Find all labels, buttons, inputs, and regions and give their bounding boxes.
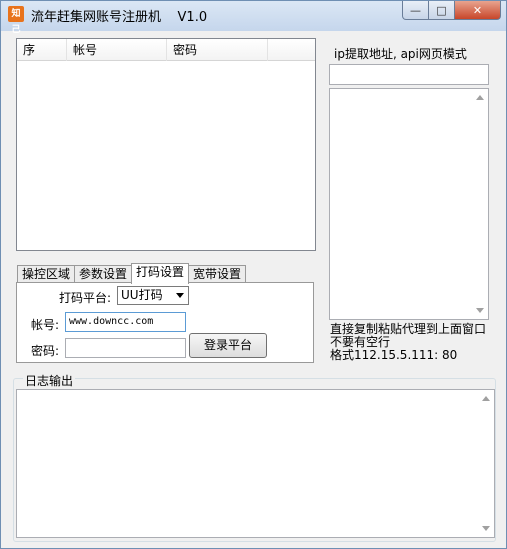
scroll-up-icon[interactable]: [476, 95, 484, 100]
chevron-down-icon: [176, 293, 184, 298]
log-scrollbar[interactable]: [478, 390, 494, 537]
maximize-icon: □: [436, 3, 447, 17]
login-platform-button[interactable]: 登录平台: [189, 333, 267, 358]
account-label: 帐号:: [31, 318, 60, 332]
log-title: 日志输出: [23, 372, 76, 389]
column-header-account[interactable]: 帐号: [67, 39, 167, 61]
close-button[interactable]: ✕: [455, 1, 501, 20]
app-icon: 知己: [8, 6, 24, 35]
platform-select-value: UU打码: [121, 288, 163, 302]
title-bar[interactable]: 知己 流年赶集网账号注册机 V1.0 — □ ✕: [1, 1, 506, 35]
minimize-button[interactable]: —: [402, 1, 429, 20]
account-list-header: 序 帐号 密码: [17, 39, 315, 61]
proxy-hint-line-3: 格式112.15.5.111: 80: [330, 348, 458, 362]
proxy-list-scrollbar[interactable]: [472, 89, 488, 319]
tab-strip: 操控区域 参数设置 打码设置 宽带设置: [17, 263, 247, 284]
maximize-button[interactable]: □: [429, 1, 455, 20]
column-header-password[interactable]: 密码: [167, 39, 268, 61]
tab-captcha-settings[interactable]: 打码设置: [131, 263, 190, 284]
captcha-password-input[interactable]: [65, 338, 186, 358]
platform-label: 打码平台:: [59, 291, 112, 305]
scroll-down-icon[interactable]: [476, 308, 484, 313]
log-output-textarea[interactable]: [16, 389, 495, 538]
close-icon: ✕: [472, 3, 483, 17]
password-label: 密码:: [31, 344, 60, 358]
captcha-account-input[interactable]: www.downcc.com: [65, 312, 186, 332]
platform-select[interactable]: UU打码: [117, 286, 189, 305]
proxy-list-textarea[interactable]: [329, 88, 489, 320]
log-scroll-up-icon[interactable]: [482, 396, 490, 401]
window-controls: — □ ✕: [402, 1, 501, 20]
column-header-index[interactable]: 序: [17, 39, 67, 61]
main-window: 知己 流年赶集网账号注册机 V1.0 — □ ✕ 序 帐号 密码 ip提取地址,…: [0, 0, 507, 549]
window-title: 流年赶集网账号注册机 V1.0: [31, 10, 208, 25]
log-scroll-down-icon[interactable]: [482, 526, 490, 531]
ip-source-label: ip提取地址, api网页模式: [334, 47, 467, 61]
ip-url-input[interactable]: [329, 64, 489, 85]
minimize-icon: —: [410, 3, 421, 17]
account-list[interactable]: 序 帐号 密码: [16, 38, 316, 251]
